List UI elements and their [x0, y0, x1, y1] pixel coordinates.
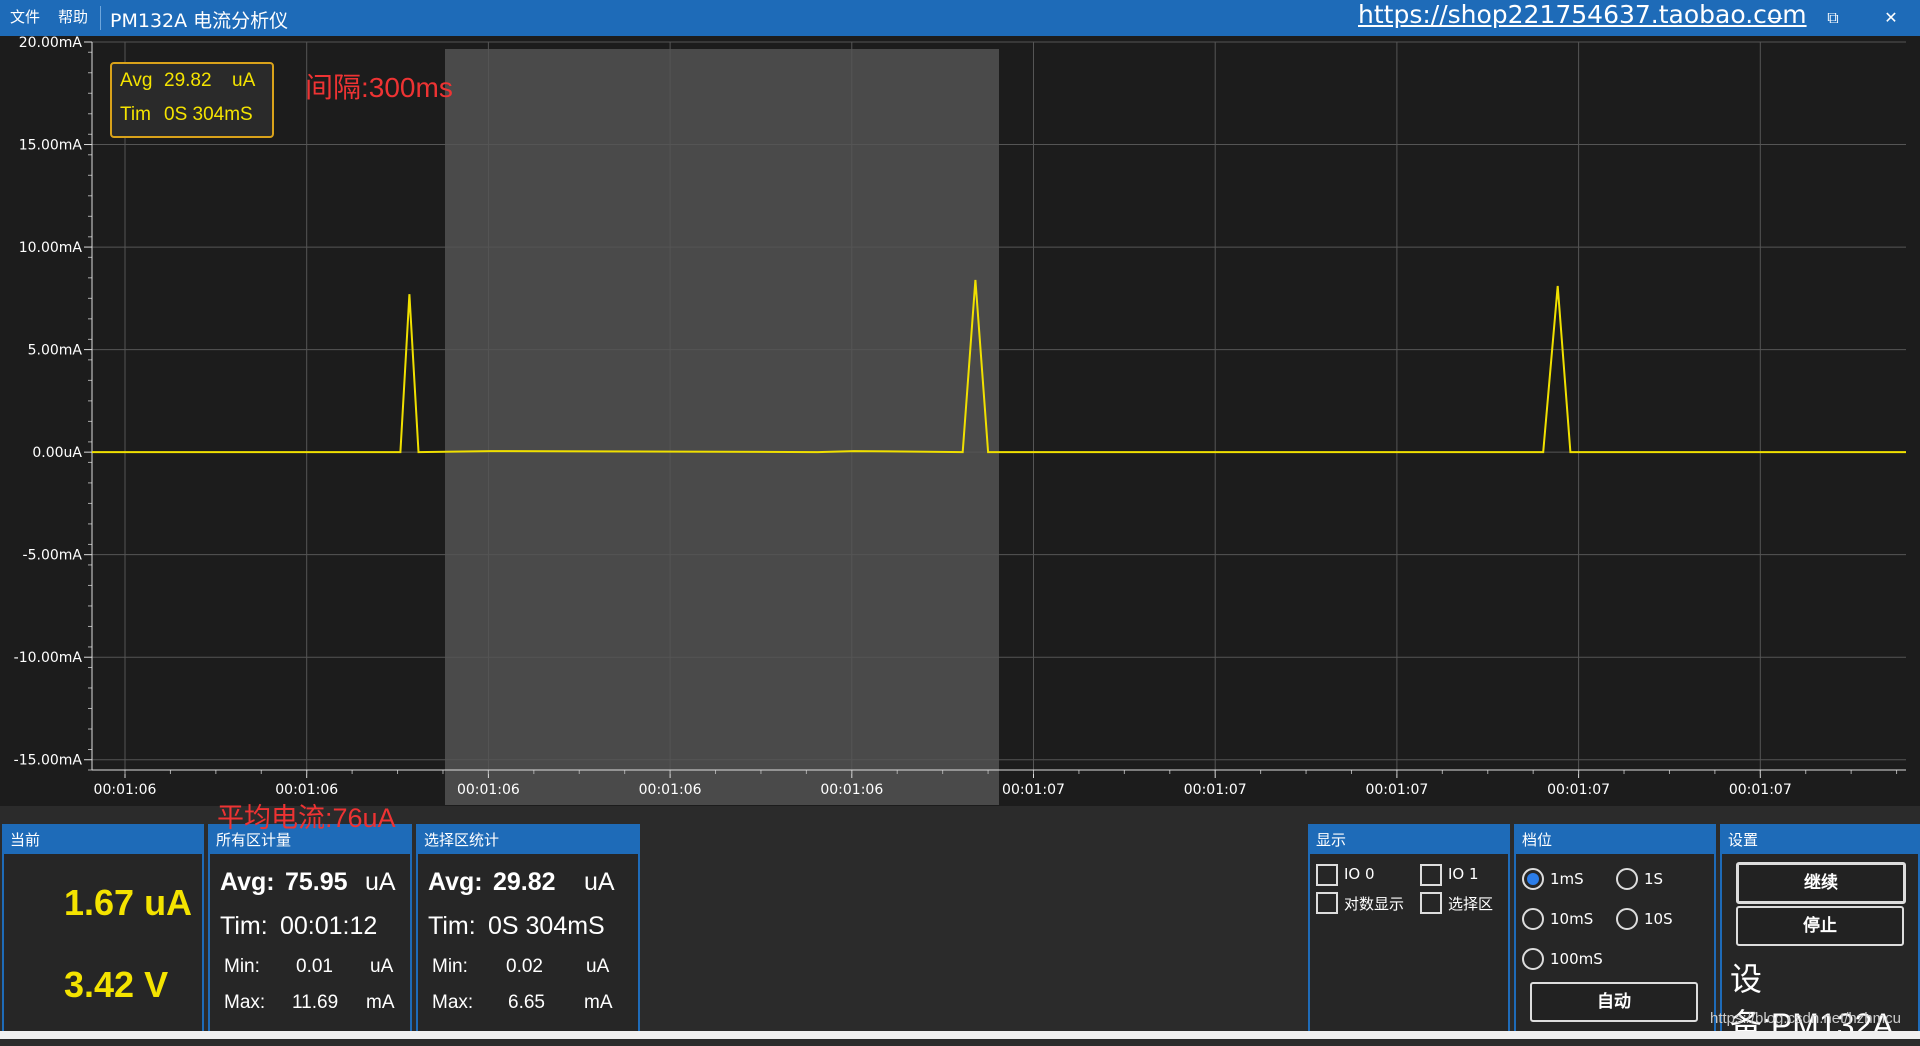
y-tick-label: 0.00uA	[32, 445, 82, 461]
x-tick-label: 00:01:07	[1184, 782, 1247, 798]
restore-icon[interactable]: ⧉	[1818, 6, 1848, 30]
continue-button[interactable]: 继续	[1736, 862, 1906, 904]
log-display-label: 对数显示	[1344, 895, 1405, 913]
sel-avg-unit: uA	[584, 868, 615, 896]
panel-selection-stats-title: 选择区统计	[418, 826, 638, 854]
y-tick-label: 10.00mA	[19, 240, 83, 256]
bottom-panel-area: 当前 1.67 uA 3.42 V 所有区计量 Avg: 75.95 uA Ti…	[0, 806, 1920, 1043]
range-10s-radio[interactable]	[1616, 908, 1638, 930]
legend-avg-value: 29.82	[164, 70, 212, 91]
current-reading: 1.67 uA	[64, 882, 193, 923]
all-min-label: Min:	[224, 956, 260, 977]
all-tim-label: Tim:	[220, 912, 268, 940]
sel-min-value: 0.02	[506, 956, 543, 977]
range-1ms-radio[interactable]	[1522, 868, 1544, 890]
all-max-label: Max:	[224, 992, 266, 1013]
panel-range-title: 档位	[1516, 826, 1714, 854]
sel-tim-value: 0S 304mS	[488, 912, 605, 940]
all-min-unit: uA	[370, 956, 394, 977]
range-10s-label: 10S	[1644, 910, 1673, 928]
sel-min-unit: uA	[586, 956, 610, 977]
y-tick-label: 15.00mA	[19, 138, 83, 154]
stop-button[interactable]: 停止	[1736, 906, 1904, 946]
x-tick-label: 00:01:07	[1002, 782, 1065, 798]
panel-current: 当前 1.67 uA 3.42 V	[2, 824, 204, 1033]
shop-link[interactable]: https://shop221754637.taobao.com	[1358, 0, 1807, 29]
menu-file[interactable]: 文件	[10, 6, 40, 27]
panel-settings: 设置 继续 停止 设备:PM132A	[1720, 824, 1920, 1043]
all-max-unit: mA	[366, 992, 395, 1013]
all-avg-label: Avg:	[220, 868, 275, 896]
panel-selection-stats: 选择区统计 Avg: 29.82 uA Tim: 0S 304mS Min: 0…	[416, 824, 640, 1033]
y-tick-label: -10.00mA	[14, 650, 83, 666]
close-icon[interactable]: ✕	[1876, 6, 1906, 30]
panel-settings-title: 设置	[1722, 826, 1918, 854]
range-1s-label: 1S	[1644, 870, 1664, 888]
sel-avg-label: Avg:	[428, 868, 483, 896]
sel-avg-value: 29.82	[493, 868, 556, 896]
io1-label: IO 1	[1448, 865, 1479, 883]
y-tick-label: 20.00mA	[19, 36, 83, 51]
io0-checkbox[interactable]	[1316, 864, 1338, 886]
chart-svg[interactable]: 00:01:06 00:01:06 00:01:06 00:01:06 00:01:06…	[0, 36, 1920, 806]
y-tick-label: -15.00mA	[14, 753, 83, 769]
watermark-url: https://blog.csdn.net/hzhmcu	[1710, 1010, 1901, 1027]
title-bar: 文件 帮助 PM132A 电流分析仪 https://shop221754637…	[0, 0, 1920, 36]
auto-button[interactable]: 自动	[1530, 982, 1698, 1022]
x-tick-label: 00:01:06	[820, 782, 883, 798]
sel-max-value: 6.65	[508, 992, 545, 1013]
select-area-label: 选择区	[1448, 895, 1494, 913]
x-tick-label: 00:01:06	[457, 782, 520, 798]
panel-display-title: 显示	[1310, 826, 1508, 854]
voltage-reading: 3.42 V	[64, 964, 169, 1005]
all-avg-value: 75.95	[285, 868, 348, 896]
select-area-checkbox[interactable]	[1420, 892, 1442, 914]
x-tick-label: 00:01:07	[1547, 782, 1610, 798]
all-min-value: 0.01	[296, 956, 333, 977]
range-100ms-label: 100mS	[1550, 950, 1603, 968]
y-tick-label: 5.00mA	[28, 343, 83, 359]
avg-current-annotation: 平均电流:76uA	[217, 803, 396, 833]
legend-avg-label: Avg	[120, 70, 153, 91]
y-tick-label: -5.00mA	[23, 548, 83, 564]
range-100ms-radio[interactable]	[1522, 948, 1544, 970]
sel-max-label: Max:	[432, 992, 474, 1013]
x-tick-label: 00:01:06	[639, 782, 702, 798]
panel-all-stats: 所有区计量 Avg: 75.95 uA Tim: 00:01:12 Min: 0…	[208, 824, 412, 1033]
x-tick-label: 00:01:06	[94, 782, 157, 798]
menu-help[interactable]: 帮助	[58, 6, 88, 27]
legend-tim-label: Tim	[120, 104, 151, 125]
log-display-checkbox[interactable]	[1316, 892, 1338, 914]
selection-legend: Avg 29.82 uA Tim 0S 304mS	[110, 62, 274, 138]
menu-divider	[100, 6, 101, 30]
panel-range: 档位 1mS 1S 10mS 10S 100mS 自动	[1514, 824, 1716, 1033]
range-1s-radio[interactable]	[1616, 868, 1638, 890]
panel-display: 显示 IO 0 IO 1 对数显示 选择区	[1308, 824, 1510, 1033]
sel-min-label: Min:	[432, 956, 468, 977]
sel-tim-label: Tim:	[428, 912, 476, 940]
io1-checkbox[interactable]	[1420, 864, 1442, 886]
x-tick-label: 00:01:07	[1729, 782, 1792, 798]
selection-region	[445, 49, 999, 805]
range-10ms-radio[interactable]	[1522, 908, 1544, 930]
all-max-value: 11.69	[292, 992, 339, 1013]
range-10ms-label: 10mS	[1550, 910, 1594, 928]
range-1ms-label: 1mS	[1550, 870, 1584, 888]
minimize-icon[interactable]: —	[1760, 6, 1790, 30]
all-tim-value: 00:01:12	[280, 912, 378, 940]
current-waveform-chart[interactable]: 00:01:06 00:01:06 00:01:06 00:01:06 00:01:06…	[0, 36, 1920, 806]
bottom-strip	[0, 1031, 1920, 1039]
sel-max-unit: mA	[584, 992, 613, 1013]
all-avg-unit: uA	[365, 868, 396, 896]
x-tick-label: 00:01:07	[1365, 782, 1428, 798]
app-title: PM132A 电流分析仪	[110, 10, 289, 32]
legend-avg-unit: uA	[232, 70, 256, 91]
io0-label: IO 0	[1344, 865, 1375, 883]
interval-annotation: 间隔:300ms	[305, 72, 453, 103]
legend-tim-value: 0S 304mS	[164, 104, 253, 125]
panel-current-title: 当前	[4, 826, 202, 854]
